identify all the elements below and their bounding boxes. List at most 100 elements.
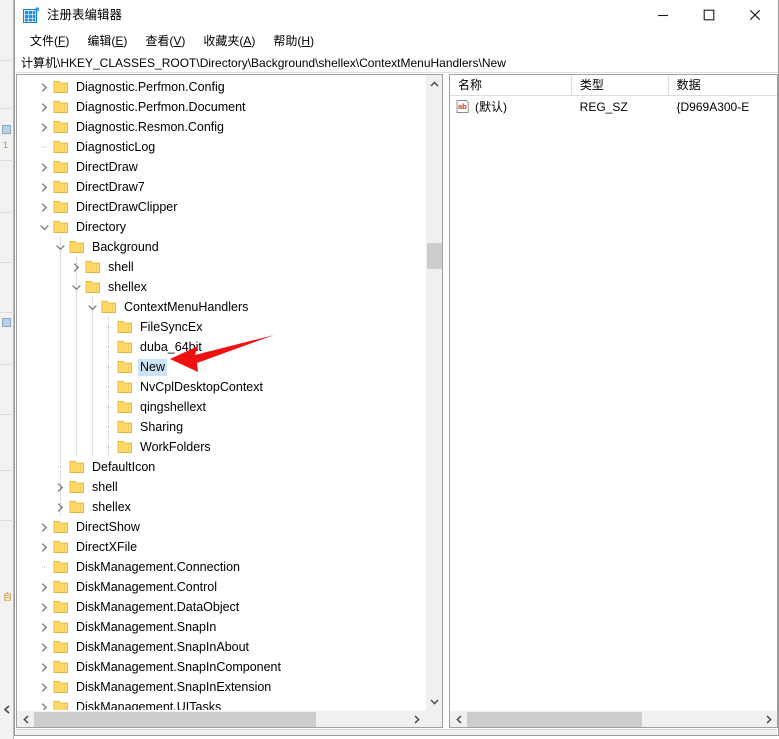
folder-icon bbox=[85, 261, 101, 273]
chevron-right-icon[interactable] bbox=[36, 697, 52, 710]
tree-item[interactable]: DiskManagement.SnapInExtension bbox=[17, 677, 425, 697]
column-header-data[interactable]: 数据 bbox=[669, 75, 777, 96]
tree-item[interactable]: DiskManagement.SnapInComponent bbox=[17, 657, 425, 677]
tree-item-label: Diagnostic.Perfmon.Config bbox=[76, 79, 225, 94]
column-header-name[interactable]: 名称 bbox=[450, 75, 572, 96]
scroll-left-icon[interactable] bbox=[17, 711, 34, 727]
tree-item[interactable]: DirectShow bbox=[17, 517, 425, 537]
tree-guide-line bbox=[76, 397, 77, 417]
scroll-up-icon[interactable] bbox=[426, 75, 442, 92]
tree-horizontal-scrollbar[interactable] bbox=[17, 710, 425, 727]
chevron-right-icon[interactable] bbox=[36, 517, 52, 537]
tree-item[interactable]: DirectDrawClipper bbox=[17, 197, 425, 217]
tree-item[interactable]: Diagnostic.Resmon.Config bbox=[17, 117, 425, 137]
menu-file[interactable]: 文件(F) bbox=[21, 32, 78, 52]
tree-item[interactable]: DiskManagement.SnapInAbout bbox=[17, 637, 425, 657]
close-icon[interactable] bbox=[732, 0, 778, 30]
chevron-down-icon[interactable] bbox=[36, 217, 52, 237]
tree-item[interactable]: duba_64bit bbox=[17, 337, 425, 357]
tree-item-content: shellex bbox=[69, 499, 133, 516]
tree-vertical-scrollbar-thumb[interactable] bbox=[427, 243, 442, 269]
column-header-type[interactable]: 类型 bbox=[572, 75, 669, 96]
scroll-right-icon[interactable] bbox=[760, 711, 777, 727]
tree-item-selected[interactable]: New bbox=[17, 357, 425, 377]
tree-item[interactable]: DiskManagement.Control bbox=[17, 577, 425, 597]
tree-item[interactable]: ContextMenuHandlers bbox=[17, 297, 425, 317]
chevron-right-icon[interactable] bbox=[36, 97, 52, 117]
chevron-right-icon[interactable] bbox=[36, 677, 52, 697]
menu-favorites[interactable]: 收藏夹(A) bbox=[194, 32, 264, 52]
chevron-right-icon[interactable] bbox=[52, 477, 68, 497]
tree-leaf-connector bbox=[36, 557, 52, 577]
tree-item[interactable]: shell bbox=[17, 477, 425, 497]
tree-item[interactable]: DiskManagement.DataObject bbox=[17, 597, 425, 617]
tree-item[interactable]: DirectDraw7 bbox=[17, 177, 425, 197]
tree-item[interactable]: Diagnostic.Perfmon.Config bbox=[17, 77, 425, 97]
title-bar[interactable]: 注册表编辑器 bbox=[15, 0, 778, 31]
tree-item[interactable]: Sharing bbox=[17, 417, 425, 437]
tree-item[interactable]: NvCplDesktopContext bbox=[17, 377, 425, 397]
chevron-right-icon[interactable] bbox=[68, 257, 84, 277]
menu-help[interactable]: 帮助(H) bbox=[264, 32, 323, 52]
chevron-right-icon[interactable] bbox=[36, 617, 52, 637]
tree-item[interactable]: DirectXFile bbox=[17, 537, 425, 557]
minimize-icon[interactable] bbox=[640, 0, 686, 30]
tree-item[interactable]: shell bbox=[17, 257, 425, 277]
tree-item[interactable]: DiagnosticLog bbox=[17, 137, 425, 157]
tree-item[interactable]: qingshellext bbox=[17, 397, 425, 417]
tree-item[interactable]: shellex bbox=[17, 497, 425, 517]
scroll-right-icon[interactable] bbox=[408, 711, 425, 727]
folder-icon bbox=[117, 401, 133, 413]
tree-item[interactable]: DefaultIcon bbox=[17, 457, 425, 477]
tree-item[interactable]: DiskManagement.UITasks bbox=[17, 697, 425, 710]
chevron-down-icon[interactable] bbox=[84, 297, 100, 317]
tree-item[interactable]: FileSyncEx bbox=[17, 317, 425, 337]
tree-item[interactable]: Diagnostic.Perfmon.Document bbox=[17, 97, 425, 117]
tree-item[interactable]: DiskManagement.Connection bbox=[17, 557, 425, 577]
registry-values-pane: 名称 类型 数据 ab (默认) REG_SZ {D969A300-E bbox=[449, 74, 778, 728]
list-horizontal-scrollbar-thumb[interactable] bbox=[467, 712, 642, 727]
registry-value-row[interactable]: ab (默认) REG_SZ {D969A300-E bbox=[450, 96, 777, 117]
tree-item-content: DiskManagement.SnapInExtension bbox=[53, 679, 273, 696]
tree-vertical-scrollbar[interactable] bbox=[425, 75, 442, 710]
tree-item[interactable]: DiskManagement.SnapIn bbox=[17, 617, 425, 637]
chevron-right-icon[interactable] bbox=[36, 637, 52, 657]
tree-item-content: DiagnosticLog bbox=[53, 139, 157, 156]
scroll-left-icon[interactable] bbox=[450, 711, 467, 727]
chevron-down-icon[interactable] bbox=[68, 277, 84, 297]
tree-item-content: Diagnostic.Perfmon.Config bbox=[53, 79, 227, 96]
list-horizontal-scrollbar[interactable] bbox=[450, 710, 777, 727]
chevron-right-icon[interactable] bbox=[36, 117, 52, 137]
chevron-down-icon[interactable] bbox=[52, 237, 68, 257]
chevron-right-icon[interactable] bbox=[36, 157, 52, 177]
scroll-down-icon[interactable] bbox=[426, 693, 442, 710]
svg-text:ab: ab bbox=[458, 102, 467, 111]
chevron-right-icon[interactable] bbox=[36, 537, 52, 557]
tree-item[interactable]: Directory bbox=[17, 217, 425, 237]
tree-item-label: ContextMenuHandlers bbox=[124, 299, 249, 314]
chevron-right-icon[interactable] bbox=[36, 77, 52, 97]
tree-item[interactable]: WorkFolders bbox=[17, 437, 425, 457]
tree-item[interactable]: shellex bbox=[17, 277, 425, 297]
tree-item-content: shell bbox=[85, 259, 136, 276]
tree-guide-line bbox=[76, 357, 77, 377]
tree-item-label: DirectShow bbox=[76, 519, 140, 534]
tree-item-label: shell bbox=[92, 479, 118, 494]
maximize-icon[interactable] bbox=[686, 0, 732, 30]
chevron-right-icon[interactable] bbox=[52, 497, 68, 517]
chevron-right-icon[interactable] bbox=[36, 577, 52, 597]
chevron-right-icon[interactable] bbox=[36, 657, 52, 677]
tree-guide-line bbox=[60, 437, 61, 457]
chevron-right-icon[interactable] bbox=[36, 177, 52, 197]
list-column-headers: 名称 类型 数据 bbox=[450, 75, 777, 96]
chevron-right-icon[interactable] bbox=[36, 597, 52, 617]
tree-horizontal-scrollbar-thumb[interactable] bbox=[34, 712, 316, 727]
menu-edit[interactable]: 编辑(E) bbox=[78, 32, 136, 52]
tree-guide-line bbox=[60, 377, 61, 397]
tree-item[interactable]: DirectDraw bbox=[17, 157, 425, 177]
menu-view[interactable]: 查看(V) bbox=[136, 32, 194, 52]
tree-item[interactable]: Background bbox=[17, 237, 425, 257]
address-bar[interactable]: 计算机\HKEY_CLASSES_ROOT\Directory\Backgrou… bbox=[15, 53, 778, 73]
chevron-right-icon[interactable] bbox=[36, 197, 52, 217]
tree-item-label: DirectXFile bbox=[76, 539, 138, 554]
